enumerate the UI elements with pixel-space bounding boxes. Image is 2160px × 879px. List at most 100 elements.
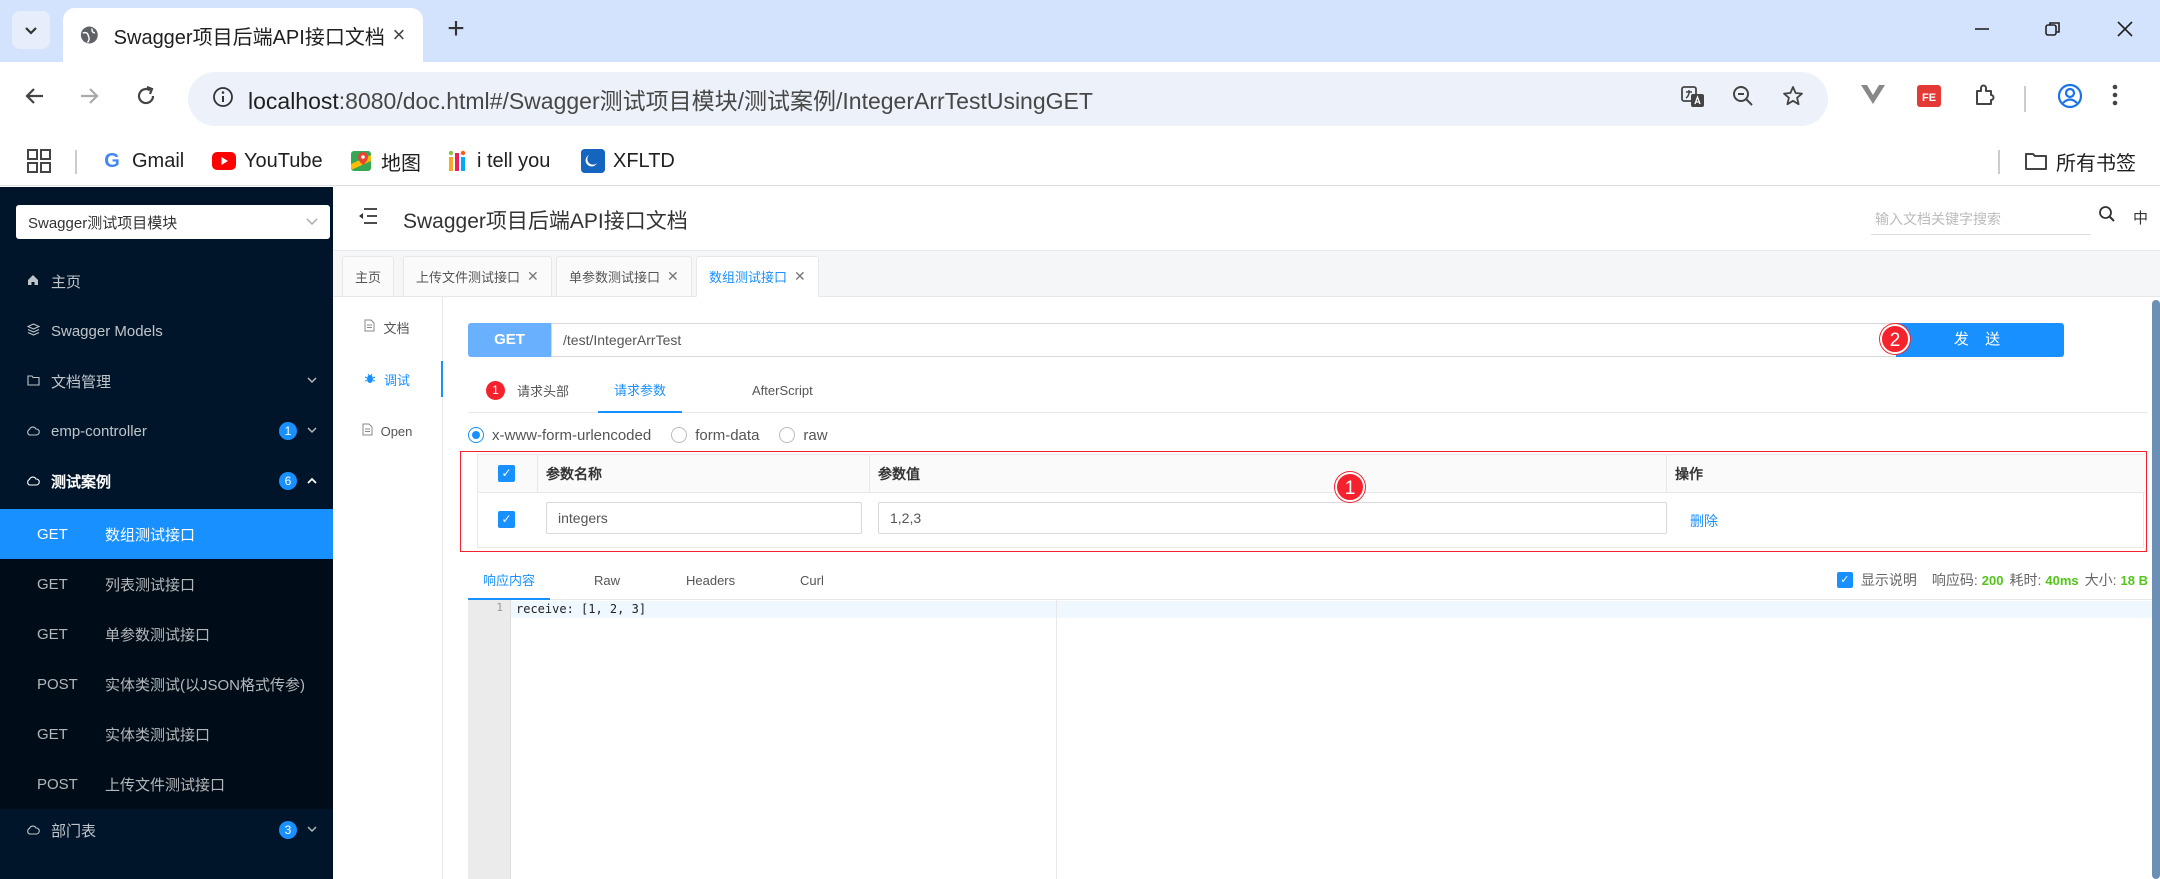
tab-array-test[interactable]: 数组测试接口 ✕ [696, 256, 819, 297]
kebab-menu-icon[interactable] [2100, 82, 2130, 112]
sidebar-subitem-entity-test[interactable]: GET 实体类测试接口 [0, 709, 333, 759]
param-value-input[interactable]: 1,2,3 [878, 502, 1667, 534]
tab-label: Headers [686, 572, 736, 588]
request-url-input[interactable]: /test/IntegerArrTest [551, 323, 1907, 357]
minimize-icon[interactable] [1962, 14, 2002, 48]
tab-response-content[interactable]: 响应内容 [468, 560, 550, 600]
sidebar-item-label: 主页 [51, 273, 82, 291]
radio-form-data[interactable]: form-data [671, 427, 759, 444]
itellyou-icon [445, 149, 469, 173]
sidebar-item-label: 文档管理 [51, 373, 112, 391]
radio-dot [468, 427, 484, 443]
tab-label: 上传文件测试接口 [416, 270, 521, 285]
extension-fe-icon[interactable]: FE [1914, 82, 1944, 112]
page-scrollbar[interactable] [2152, 300, 2160, 879]
toolbar-divider [2024, 86, 2026, 112]
search-icon[interactable] [2098, 205, 2120, 227]
sidebar-subitem-array-test[interactable]: GET 数组测试接口 [0, 509, 333, 559]
site-info-icon[interactable] [198, 86, 248, 113]
url-text: localhost:8080/doc.html#/Swagger测试项目模块/测… [248, 82, 1093, 116]
nav-label: 调试 [383, 372, 410, 388]
bookmark-xfltd[interactable]: XFLTD [581, 145, 675, 177]
close-icon[interactable]: ✕ [794, 268, 806, 285]
models-icon [25, 323, 41, 339]
bookmark-star-icon[interactable] [1778, 84, 1808, 114]
tab-label: 响应内容 [482, 572, 535, 588]
show-desc-label: 显示说明 [1860, 572, 1917, 588]
new-tab-button[interactable]: + [440, 14, 472, 46]
doc-search-input[interactable]: 输入文档关键字搜索 [1871, 203, 2091, 235]
tab-label: 数组测试接口 [709, 270, 788, 285]
tab-response-raw[interactable]: Raw [594, 560, 620, 600]
sidebar-subitem-label: 实体类测试(以JSON格式传参) [105, 676, 305, 694]
nav-open[interactable]: Open [333, 413, 441, 449]
bookmarks-bar: G Gmail YouTube 地图 i tell you XFLTD 所有书签 [0, 136, 2160, 186]
radio-urlencoded[interactable]: x-www-form-urlencoded [468, 427, 651, 444]
extension-v-icon[interactable] [1858, 82, 1888, 112]
show-desc-checkbox[interactable]: ✓ [1836, 572, 1853, 588]
back-arrow-icon[interactable] [15, 79, 55, 119]
tab-upload-test[interactable]: 上传文件测试接口 ✕ [403, 256, 552, 297]
tab-single-param-test[interactable]: 单参数测试接口 ✕ [556, 256, 692, 297]
bookmark-youtube[interactable]: YouTube [212, 145, 323, 177]
browser-tab-active[interactable]: Swagger项目后端API接口文档 × [63, 8, 423, 62]
tab-response-curl[interactable]: Curl [800, 560, 824, 600]
bookmark-itellyou[interactable]: i tell you [445, 145, 550, 177]
xfltd-icon [581, 149, 605, 173]
sidebar-subitem-list-test[interactable]: GET 列表测试接口 [0, 559, 333, 609]
sidebar-item-home[interactable]: 主页 [0, 256, 333, 306]
chevron-down-icon [307, 375, 317, 387]
profile-avatar-icon[interactable] [2055, 82, 2085, 112]
row-checkbox[interactable]: ✓ [498, 511, 515, 528]
apps-grid-icon[interactable] [26, 145, 52, 177]
close-window-icon[interactable] [2105, 14, 2145, 48]
address-bar[interactable]: localhost:8080/doc.html#/Swagger测试项目模块/测… [188, 72, 1828, 126]
close-icon[interactable]: ✕ [527, 268, 539, 285]
translate-icon[interactable] [1678, 84, 1708, 114]
sidebar-item-doc-management[interactable]: 文档管理 [0, 356, 333, 406]
delete-row-link[interactable]: 删除 [1690, 511, 1718, 531]
cloud-icon [25, 823, 41, 838]
elapsed-label: 耗时: [2009, 572, 2042, 588]
bookmark-gmail[interactable]: G Gmail [100, 145, 184, 177]
tab-afterscript[interactable]: AfterScript [752, 367, 813, 413]
language-toggle[interactable]: 中 [2133, 207, 2148, 228]
menu-fold-icon[interactable] [358, 207, 380, 229]
bookmark-maps[interactable]: 地图 [349, 145, 421, 177]
project-select[interactable]: Swagger测试项目模块 [16, 205, 330, 239]
main-area: Swagger项目后端API接口文档 输入文档关键字搜索 中 主页 上传文件测试… [333, 187, 2160, 879]
tab-home[interactable]: 主页 [342, 256, 395, 297]
sidebar-subitem-entity-json-test[interactable]: POST 实体类测试(以JSON格式传参) [0, 659, 333, 709]
chevron-down-icon [307, 824, 317, 836]
sidebar-item-swagger-models[interactable]: Swagger Models [0, 306, 333, 356]
sidebar-item-test-cases[interactable]: 测试案例 6 [0, 456, 333, 506]
sidebar-subitem-single-param-test[interactable]: GET 单参数测试接口 [0, 609, 333, 659]
close-icon[interactable]: ✕ [667, 268, 679, 285]
sidebar-subitem-upload-test[interactable]: POST 上传文件测试接口 [0, 759, 333, 809]
sidebar-item-emp-controller[interactable]: emp-controller 1 [0, 406, 333, 456]
select-all-checkbox[interactable]: ✓ [498, 465, 515, 482]
sidebar-item-department[interactable]: 部门表 3 [0, 805, 333, 855]
nav-label: 文档 [383, 320, 410, 336]
nav-doc[interactable]: 文档 [333, 309, 441, 345]
reload-icon[interactable] [126, 79, 166, 119]
extensions-puzzle-icon[interactable] [1970, 82, 2000, 112]
col-header-action: 操作 [1675, 466, 1703, 482]
param-name-input[interactable]: integers [546, 502, 862, 534]
response-editor[interactable]: 1 receive: [1, 2, 3] [468, 600, 2160, 879]
send-button[interactable]: 发 送 [1896, 323, 2064, 357]
radio-raw[interactable]: raw [779, 427, 828, 444]
url-path: :8080/doc.html#/Swagger测试项目模块/测试案例/Integ… [338, 88, 1093, 114]
zoom-out-icon[interactable] [1728, 84, 1758, 114]
restore-icon[interactable] [2033, 14, 2073, 48]
bookmark-label: Gmail [132, 149, 185, 172]
forward-arrow-icon[interactable] [69, 79, 109, 119]
tab-search-button[interactable] [12, 11, 50, 49]
tab-response-headers[interactable]: Headers [686, 560, 735, 600]
tab-request-params[interactable]: 请求参数 [598, 367, 682, 413]
tab-request-headers[interactable]: 1 请求头部 [486, 367, 569, 413]
close-tab-icon[interactable]: × [385, 22, 413, 48]
all-bookmarks-button[interactable]: 所有书签 [2024, 145, 2136, 177]
nav-debug[interactable]: 调试 [333, 361, 443, 397]
count-badge: 6 [279, 472, 297, 490]
